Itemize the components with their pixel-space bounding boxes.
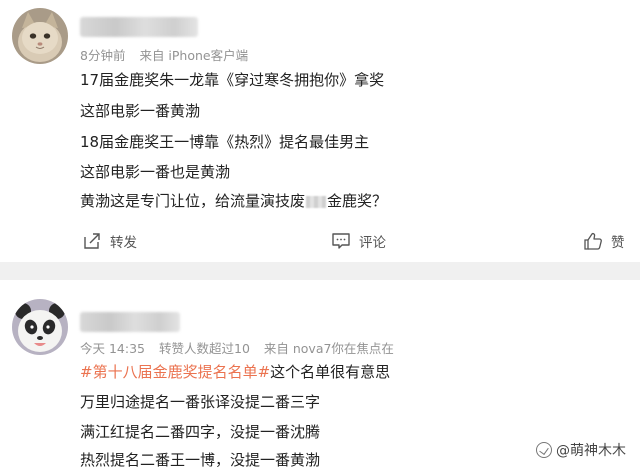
post-text-segment: 这个名单很有意思 (270, 363, 391, 381)
post-text-segment: 金鹿奖？ (327, 192, 388, 210)
post-source: 来自 iPhone客户端 (139, 48, 249, 63)
post-divider (0, 262, 640, 280)
watermark-text: @萌神木木 (556, 443, 626, 459)
like-label: 赞 (611, 235, 625, 251)
post-text-line: 万里归途提名一番张译没提二番三字 (80, 393, 321, 411)
like-button[interactable]: 赞 (583, 230, 625, 252)
post-text-line: 黄渤这是专门让位，给流量演技废 金鹿奖？ (80, 191, 387, 211)
repost-label: 转发 (110, 235, 137, 251)
avatar-panda[interactable] (12, 299, 68, 355)
watermark-logo-icon (536, 442, 552, 458)
username-redacted[interactable] (80, 17, 198, 37)
username-redacted[interactable] (80, 312, 180, 332)
post-text-line: 17届金鹿奖朱一龙靠《穿过寒冬拥抱你》拿奖 (80, 71, 385, 89)
post-text-line: 满江红提名二番四字，没提一番沈腾 (80, 423, 321, 441)
watermark: @萌神木木 (536, 440, 626, 460)
feed: 8分钟前 来自 iPhone客户端 17届金鹿奖朱一龙靠《穿过寒冬拥抱你》拿奖 … (0, 0, 640, 474)
post-source: 来自 nova7你在焦点在 (263, 341, 394, 356)
post-text-line: 热烈提名二番王一博，没提一番黄渤 (80, 451, 321, 469)
avatar-cat[interactable] (12, 8, 68, 64)
post-text-line: #第十八届金鹿奖提名名单#这个名单很有意思 (80, 362, 390, 382)
post-text-line: 18届金鹿奖王一博靠《热烈》提名最佳男主 (80, 133, 370, 151)
weibo-post-1: 8分钟前 来自 iPhone客户端 17届金鹿奖朱一龙靠《穿过寒冬拥抱你》拿奖 … (0, 0, 640, 262)
comment-icon (331, 231, 351, 251)
post-text-line: 这部电影一番黄渤 (80, 102, 201, 120)
post-time: 今天 14:35 (80, 341, 145, 356)
repost-count: 转赞人数超过10 (158, 341, 250, 356)
post-time: 8分钟前 (80, 48, 126, 63)
comment-button[interactable]: 评论 (331, 230, 386, 252)
repost-icon (82, 231, 102, 251)
post-meta: 今天 14:35 转赞人数超过10 来自 nova7你在焦点在 (80, 338, 394, 357)
hashtag-link[interactable]: #第十八届金鹿奖提名名单# (80, 363, 270, 381)
post-text-line: 这部电影一番也是黄渤 (80, 163, 231, 181)
comment-label: 评论 (359, 235, 386, 251)
post-text-segment: 黄渤这是专门让位，给流量演技废 (80, 192, 306, 210)
censored-mosaic (306, 195, 327, 208)
action-bar: 转发 评论 赞 (0, 226, 640, 256)
repost-button[interactable]: 转发 (82, 230, 137, 252)
post-meta: 8分钟前 来自 iPhone客户端 (80, 45, 248, 64)
thumbs-up-icon (583, 231, 603, 251)
